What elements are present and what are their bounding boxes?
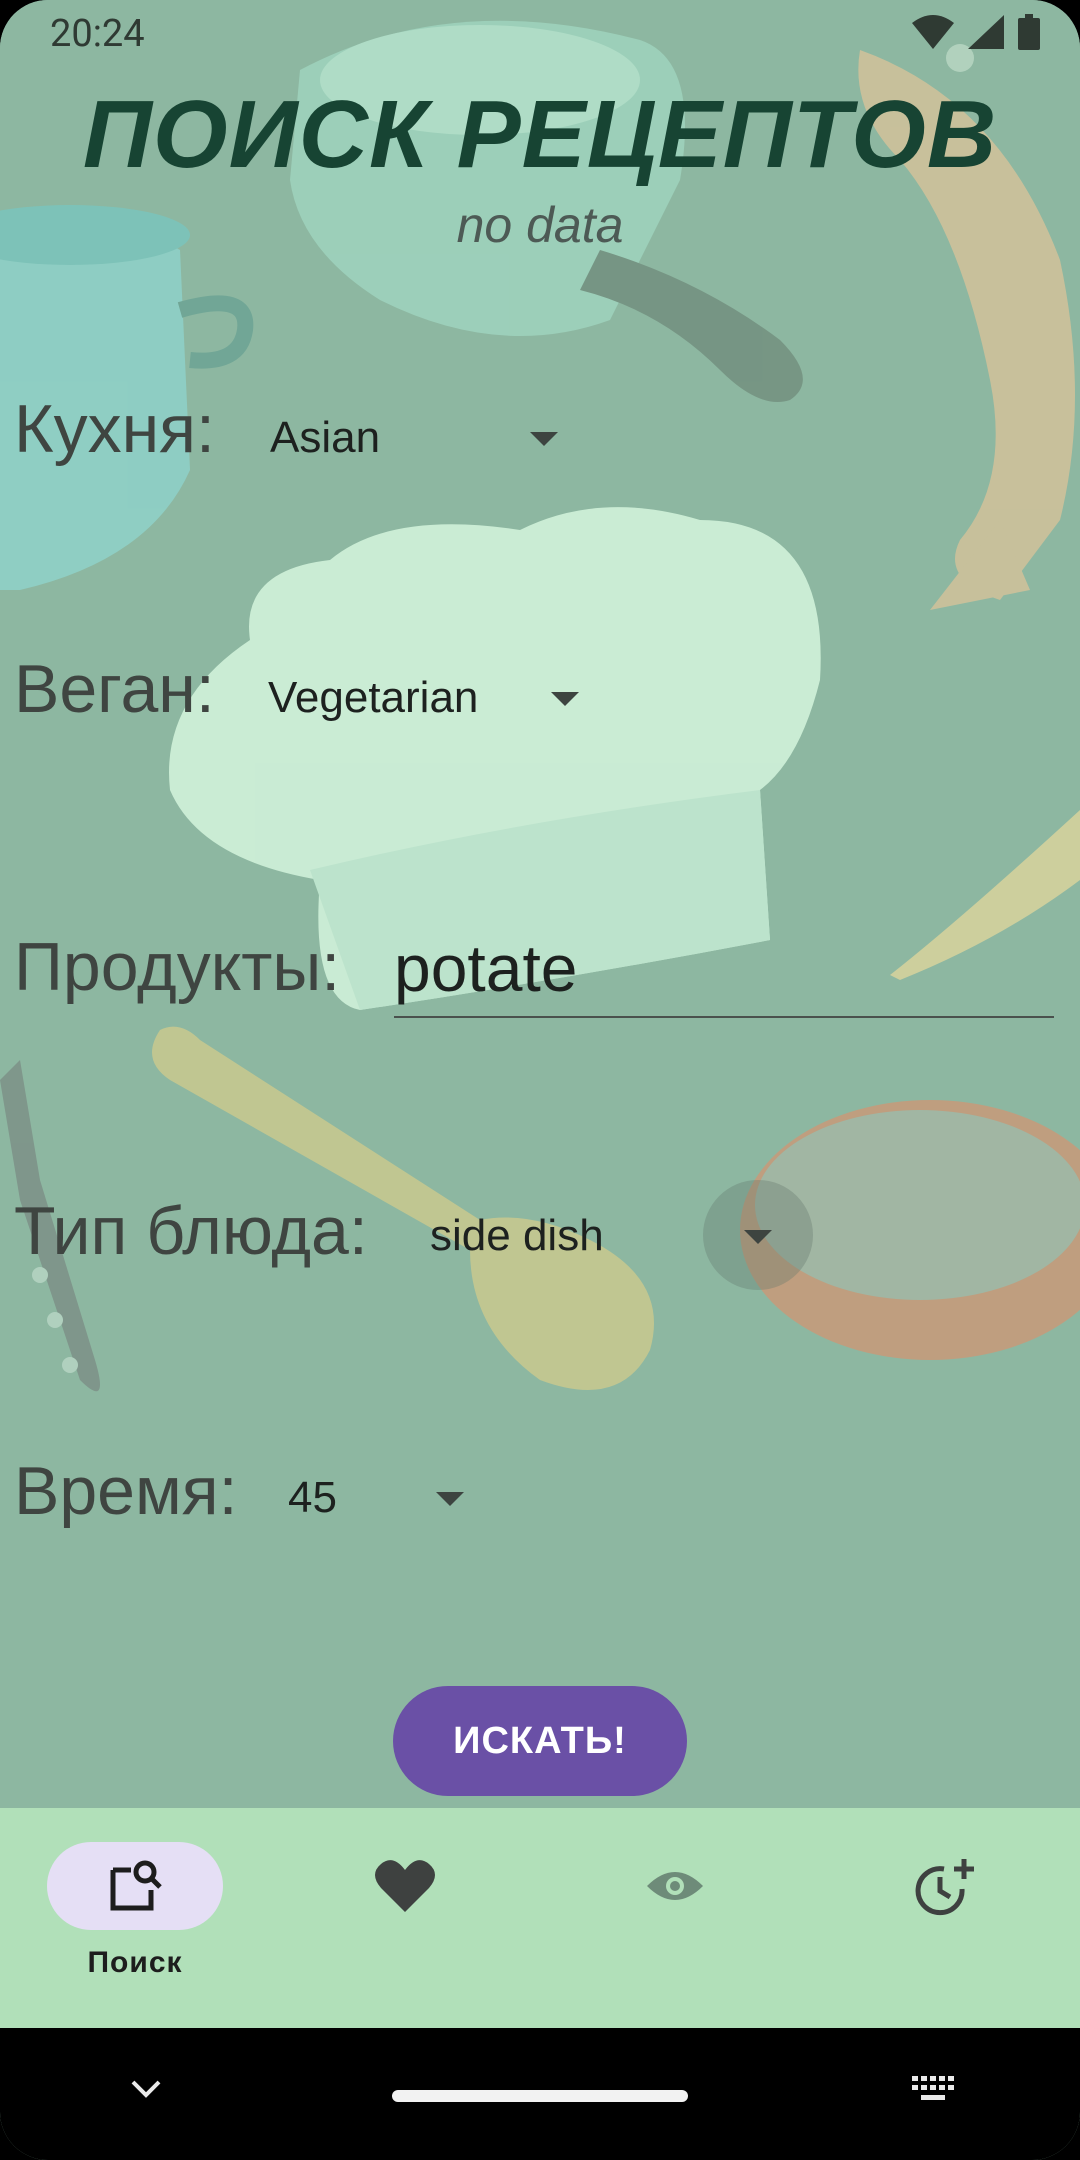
vegan-label: Веган: <box>14 651 215 727</box>
vegan-value: Vegetarian <box>268 673 479 722</box>
dropdown-arrow-icon <box>744 1230 772 1244</box>
home-gesture-pill[interactable] <box>392 2090 688 2102</box>
nav-item-search[interactable]: Поиск <box>0 1808 270 2028</box>
nav-item-favorites[interactable] <box>270 1808 540 2028</box>
search-button[interactable]: ИСКАТЬ! <box>393 1686 687 1796</box>
status-bar: 20:24 <box>0 0 1080 68</box>
nav-pill <box>587 1842 763 1930</box>
page-title: ПОИСК РЕЦЕПТОВ <box>82 81 998 188</box>
cuisine-value: Asian <box>270 413 381 462</box>
wifi-icon <box>912 15 954 49</box>
products-label: Продукты: <box>14 929 341 1005</box>
time-dropdown[interactable]: 45 <box>288 1468 478 1528</box>
dropdown-arrow-icon <box>551 692 579 706</box>
image-search-icon <box>110 1860 162 1911</box>
nav-label-search: Поиск <box>87 1946 183 1979</box>
dish-type-value: side dish <box>430 1211 604 1260</box>
nav-item-viewed[interactable] <box>540 1808 810 2028</box>
dropdown-arrow-icon <box>530 432 558 446</box>
heart-icon <box>375 1860 435 1912</box>
signal-icon <box>968 15 1004 49</box>
time-label: Время: <box>14 1453 238 1529</box>
chevron-down-icon[interactable] <box>130 2078 162 2100</box>
dish-type-label: Тип блюда: <box>14 1193 368 1269</box>
status-subtitle: no data <box>456 197 624 253</box>
nav-pill <box>857 1842 1033 1930</box>
vegan-dropdown[interactable]: Vegetarian <box>268 668 588 728</box>
history-add-icon <box>915 1859 974 1916</box>
battery-icon <box>1018 14 1040 50</box>
kitchen-background-illustration <box>0 0 1080 1808</box>
nav-item-history[interactable] <box>810 1808 1080 2028</box>
nav-active-indicator <box>47 1842 223 1930</box>
dropdown-arrow-icon <box>436 1492 464 1506</box>
status-icons <box>912 14 1040 50</box>
time-value: 45 <box>288 1473 337 1522</box>
nav-pill <box>317 1842 493 1930</box>
cuisine-dropdown[interactable]: Asian <box>270 408 570 468</box>
status-time: 20:24 <box>50 12 145 56</box>
app-screen: 20:24 ПОИСК РЕЦЕПТОВ no data Кухня: Asia… <box>0 0 1080 2160</box>
eye-icon <box>647 1872 703 1900</box>
dish-type-dropdown[interactable]: side dish <box>430 1206 790 1266</box>
cuisine-label: Кухня: <box>14 391 215 467</box>
bottom-navigation: Поиск <box>0 1808 1080 2028</box>
keyboard-icon[interactable] <box>912 2076 956 2104</box>
products-input[interactable] <box>394 920 1054 1018</box>
